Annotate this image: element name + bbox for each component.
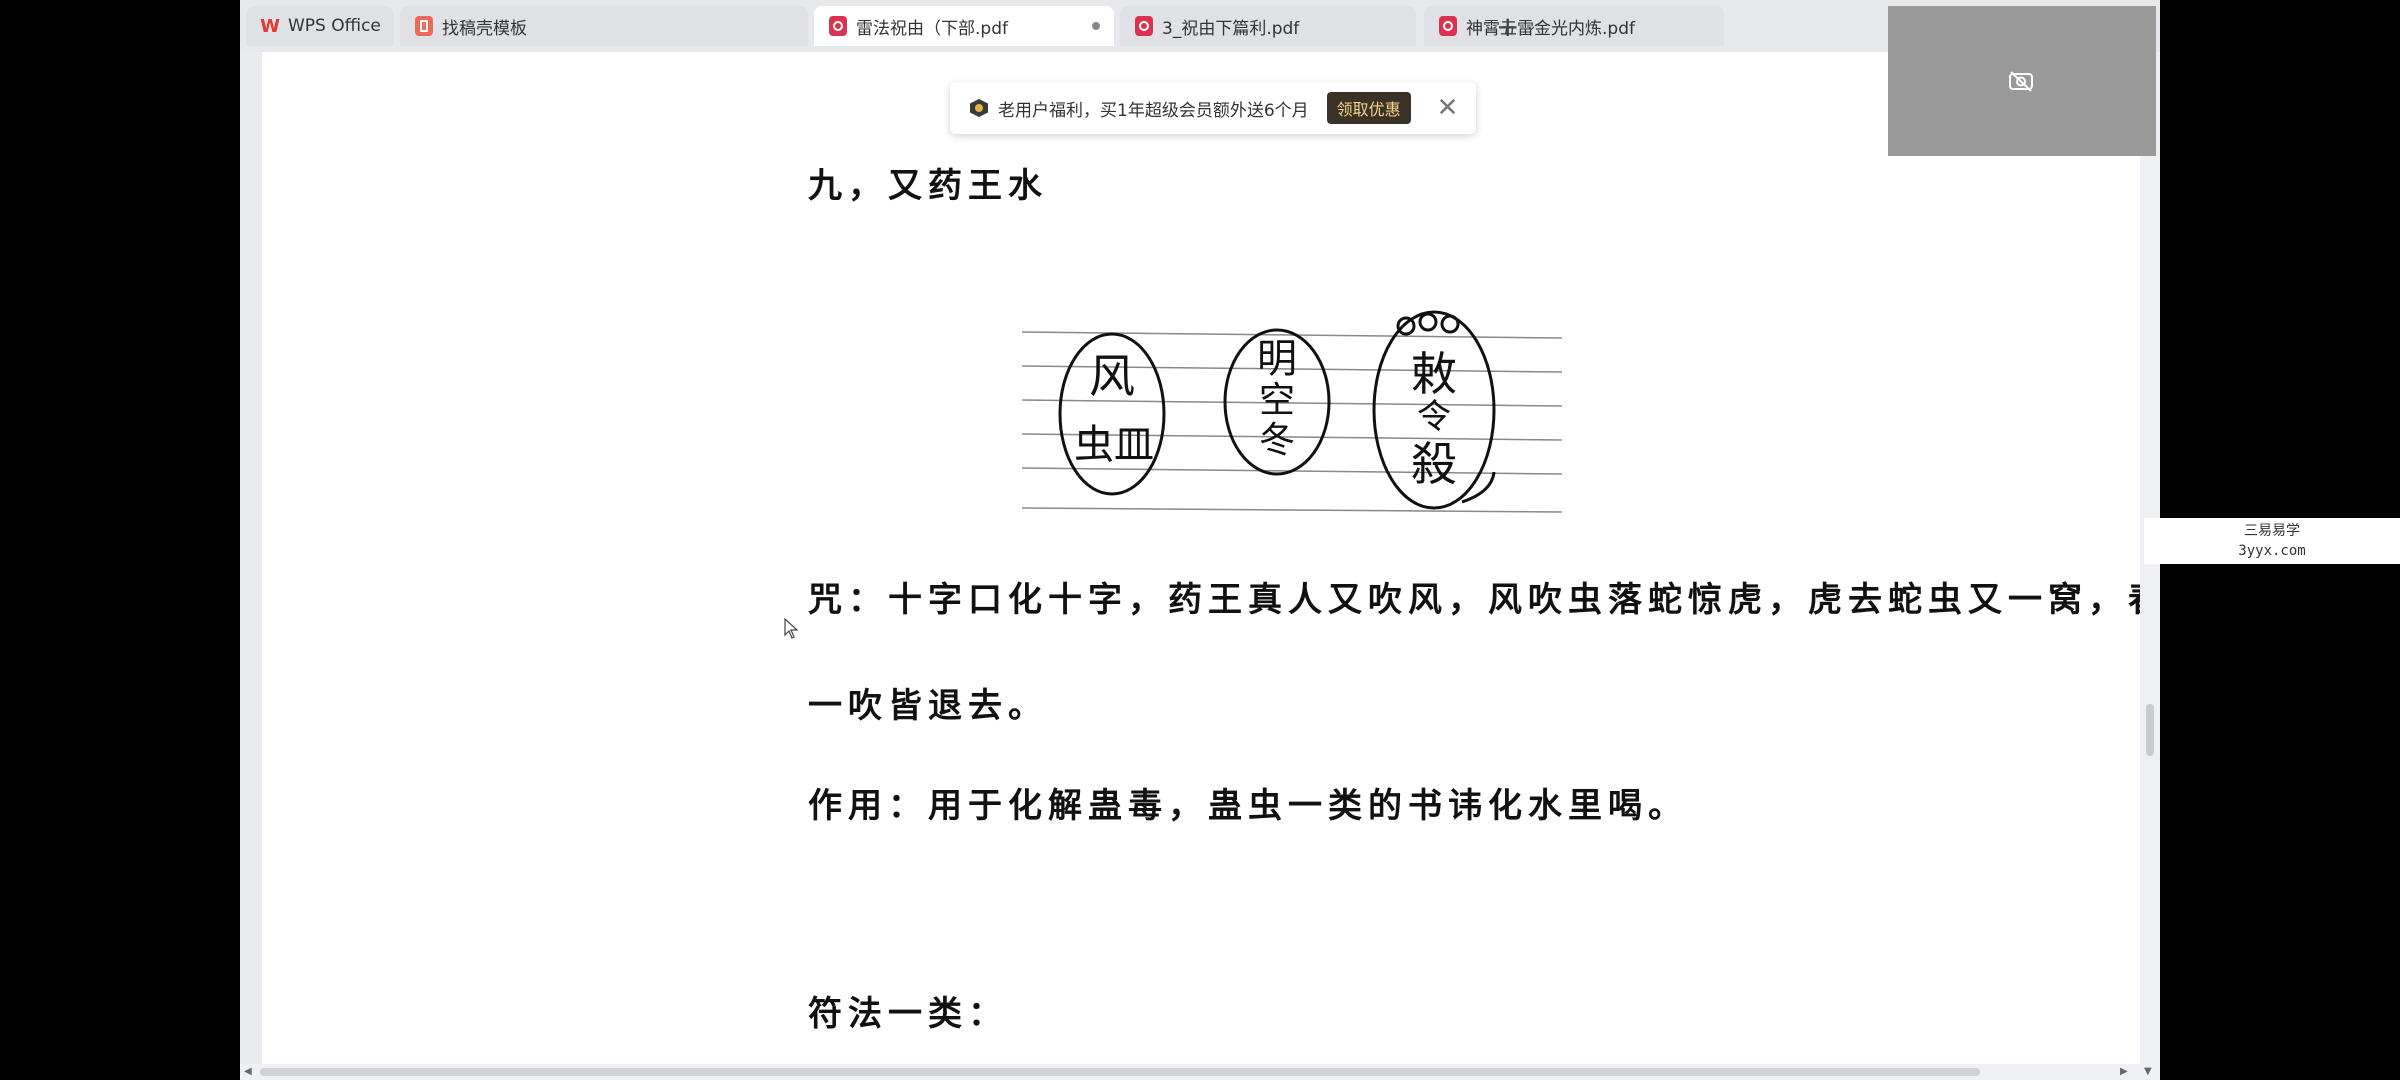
- usage-text: 作用：用于化解蛊毒，蛊虫一类的书讳化水里喝。: [808, 786, 1688, 826]
- tab-label: 3_祝由下篇利.pdf: [1162, 18, 1300, 39]
- close-icon[interactable]: ✕: [1437, 95, 1459, 121]
- pdf-icon: [1134, 16, 1154, 36]
- horizontal-scrollbar[interactable]: ◀ ▶ ▼: [240, 1064, 2160, 1080]
- tab-active-pdf[interactable]: 雷法祝由（下部.pdf: [814, 6, 1114, 46]
- claim-offer-button[interactable]: 领取优惠: [1326, 92, 1411, 124]
- mantra-line-1: 咒：十字口化十字，药王真人又吹风，风吹虫落蛇惊虎，虎去蛇虫又一窝，春风: [808, 580, 2142, 620]
- mantra-line-2: 一吹皆退去。: [808, 686, 1048, 726]
- scroll-left-icon[interactable]: ◀: [244, 1066, 252, 1077]
- template-icon: [414, 16, 434, 36]
- promo-text: 老用户福利，买1年超级会员额外送6个月: [998, 100, 1309, 121]
- talisman-char: 殺: [1411, 437, 1457, 491]
- member-badge-icon: [970, 99, 988, 117]
- wps-window: W WPS Office 找稿壳模板 雷法祝由（下部.pdf 3_祝由下篇利.p…: [240, 0, 2160, 1080]
- tab-label: 找稿壳模板: [442, 18, 527, 39]
- tab-label: 雷法祝由（下部.pdf: [856, 18, 1008, 39]
- horizontal-scroll-thumb[interactable]: [260, 1068, 1980, 1076]
- new-tab-button[interactable]: + ⌄: [1496, 8, 1556, 44]
- watermark-line-1: 三易易学: [2244, 523, 2300, 539]
- document-page: 老用户福利，买1年超级会员额外送6个月 领取优惠 ✕ 九，又药王水 风 虫皿 明…: [262, 52, 2142, 1064]
- talisman-char: 空: [1259, 380, 1295, 421]
- talisman-char: 敕: [1411, 347, 1457, 401]
- section-subheading: 符法一类：: [808, 994, 1008, 1034]
- tab-wps-office[interactable]: W WPS Office: [246, 6, 394, 46]
- scroll-down-icon[interactable]: ▼: [2144, 1066, 2152, 1077]
- plus-icon: +: [1496, 9, 1520, 43]
- talisman-char: 令: [1417, 397, 1451, 437]
- vertical-scroll-thumb[interactable]: [2146, 704, 2154, 756]
- pdf-icon: [1438, 16, 1458, 36]
- video-overlay: [1888, 6, 2156, 156]
- talisman-image: 风 虫皿 明 空 冬 敕 令 殺: [1021, 262, 1563, 526]
- tab-template[interactable]: 找稿壳模板: [400, 6, 808, 46]
- tab-close-dot-icon[interactable]: [1092, 22, 1100, 30]
- section-heading: 九，又药王水: [808, 166, 1048, 206]
- watermark-line-2: 3yyx.com: [2238, 543, 2306, 559]
- pdf-icon: [828, 16, 848, 36]
- talisman-char: 冬: [1259, 420, 1295, 461]
- mouse-cursor-icon: [784, 618, 799, 639]
- tab-pdf-2[interactable]: 3_祝由下篇利.pdf: [1120, 6, 1416, 46]
- tab-label: WPS Office: [288, 16, 381, 36]
- talisman-char: 风: [1089, 349, 1135, 403]
- wps-logo-icon: W: [260, 15, 280, 37]
- camera-off-icon: [2009, 71, 2033, 92]
- scroll-right-icon[interactable]: ▶: [2120, 1066, 2128, 1077]
- talisman-char: 明: [1257, 336, 1297, 382]
- promo-banner: 老用户福利，买1年超级会员额外送6个月 领取优惠 ✕: [950, 82, 1476, 134]
- chevron-down-icon[interactable]: ⌄: [1525, 18, 1537, 34]
- tab-pdf-3[interactable]: 神霄五雷金光内炼.pdf: [1424, 6, 1724, 46]
- talisman-char: 虫皿: [1074, 422, 1154, 468]
- site-watermark: 三易易学 3yyx.com: [2144, 518, 2400, 564]
- tab-bar: W WPS Office 找稿壳模板 雷法祝由（下部.pdf 3_祝由下篇利.p…: [240, 0, 2160, 52]
